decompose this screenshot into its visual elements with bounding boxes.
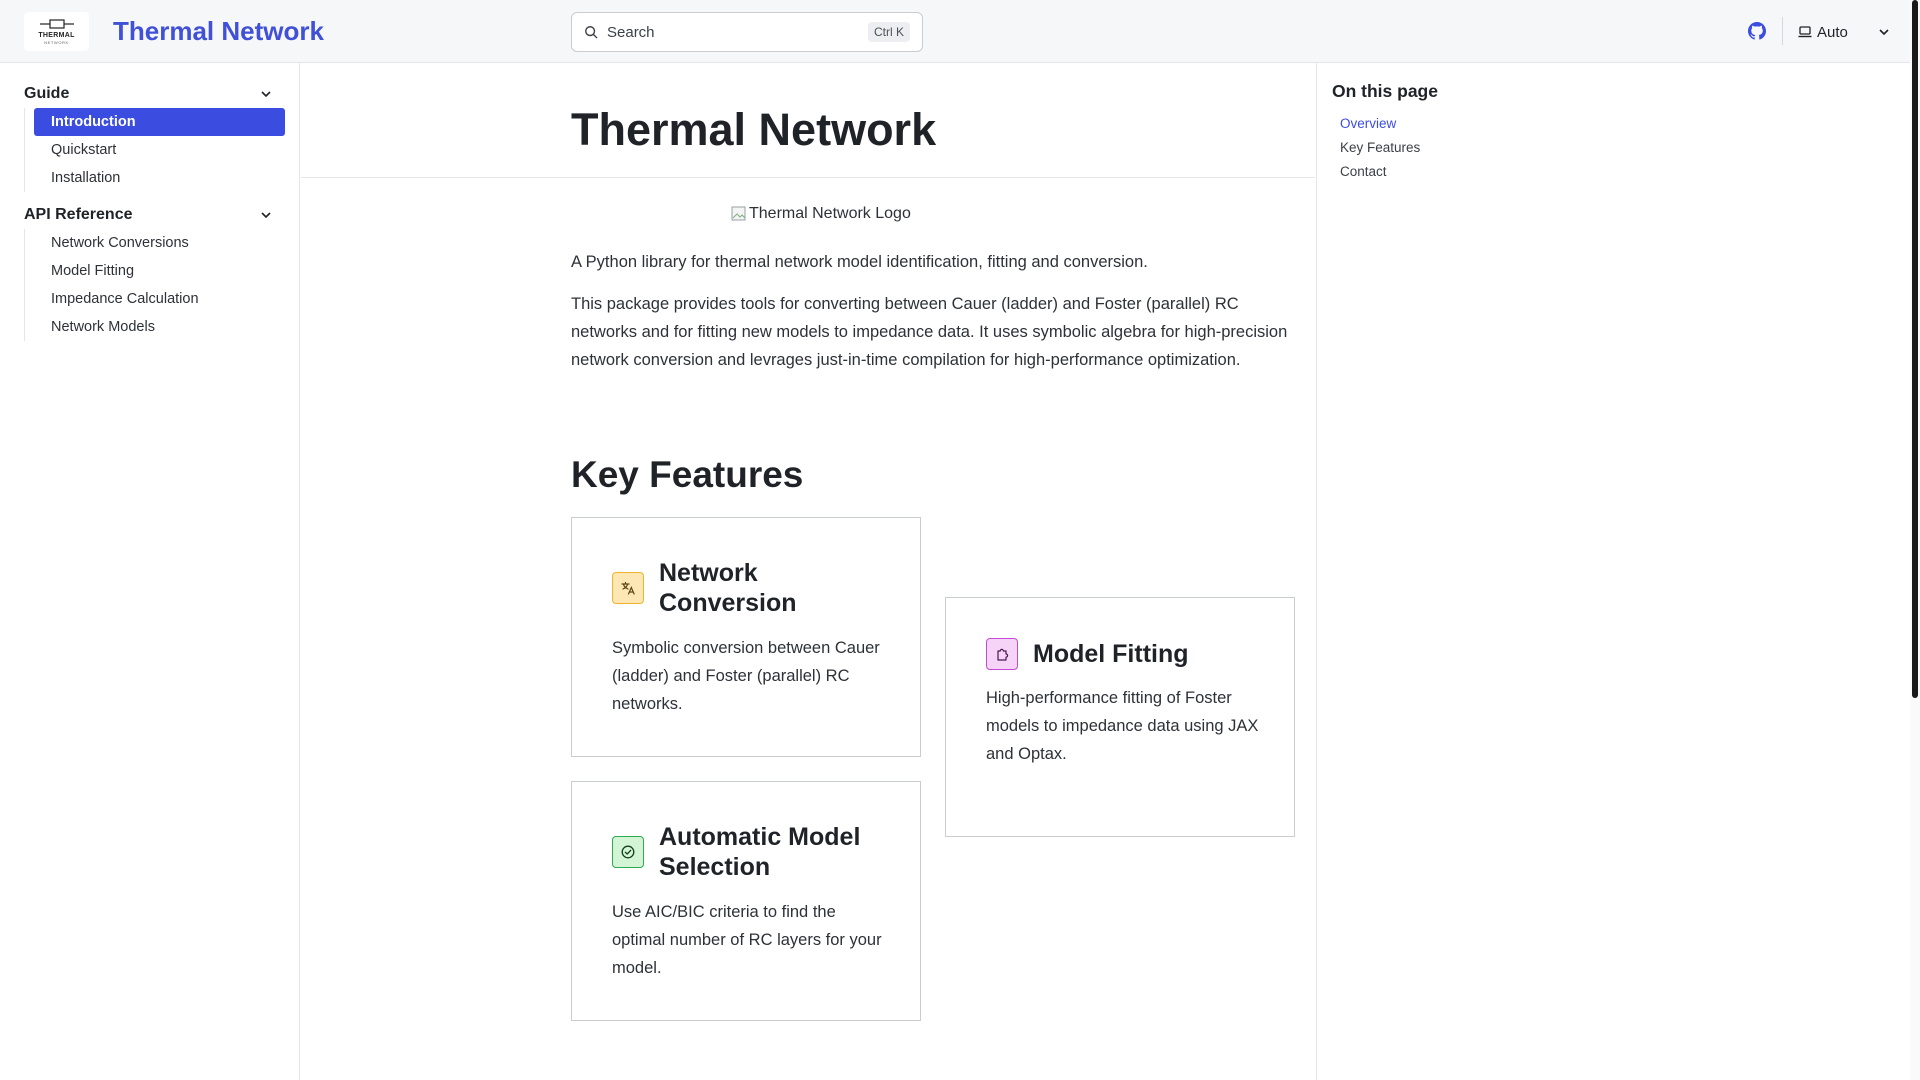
sidebar-item-impedance-calculation[interactable]: Impedance Calculation	[34, 285, 285, 313]
chevron-down-icon[interactable]	[260, 209, 272, 221]
chevron-down-icon	[1879, 29, 1889, 36]
sidebar-group-title: Guide	[24, 85, 70, 102]
card-title: Model Fitting	[1033, 640, 1189, 668]
puzzle-icon	[986, 638, 1018, 670]
sidebar-item-quickstart[interactable]: Quickstart	[34, 136, 285, 164]
theme-label: Auto	[1817, 23, 1848, 41]
feature-card-model-fitting[interactable]: Model Fitting High-performance fitting o…	[945, 597, 1295, 837]
sidebar-item-model-fitting[interactable]: Model Fitting	[34, 257, 285, 285]
toc-list: Overview Key Features Contact	[1340, 112, 1420, 184]
card-header: Network Conversion	[612, 558, 899, 618]
github-icon[interactable]	[1748, 22, 1766, 40]
right-toc: On this page Overview Key Features Conta…	[1316, 63, 1896, 1080]
card-header: Automatic Model Selection	[612, 822, 899, 882]
site-logo[interactable]: THERMAL NETWORK	[24, 12, 89, 51]
sidebar-item-introduction[interactable]: Introduction	[34, 108, 285, 136]
site-title[interactable]: Thermal Network	[113, 15, 324, 47]
scrollbar-thumb[interactable]	[1912, 0, 1918, 698]
card-description: Use AIC/BIC criteria to find the optimal…	[612, 903, 882, 977]
translate-icon	[612, 572, 644, 604]
resistor-logo-icon	[39, 19, 74, 29]
toc-link-key-features[interactable]: Key Features	[1340, 136, 1420, 160]
check-circle-icon	[612, 836, 644, 868]
sidebar-api-list: Network Conversions Model Fitting Impeda…	[24, 229, 284, 341]
logo-image-alt: Thermal Network Logo	[749, 205, 911, 222]
title-divider	[301, 177, 1315, 178]
logo-text: THERMAL	[38, 32, 75, 39]
main-content: Thermal Network Thermal Network Logo A P…	[301, 63, 1315, 1080]
card-description: High-performance fitting of Foster model…	[986, 689, 1259, 763]
search-button[interactable]: Search Ctrl K	[571, 12, 923, 52]
intro-paragraph: A Python library for thermal network mod…	[571, 253, 1148, 271]
sidebar-group-guide[interactable]: Guide	[24, 83, 276, 105]
sidebar-item-network-conversions[interactable]: Network Conversions	[34, 229, 285, 257]
sidebar-group-api-reference[interactable]: API Reference	[24, 204, 276, 226]
logo-image: Thermal Network Logo	[731, 203, 911, 225]
description-paragraph: This package provides tools for converti…	[571, 295, 1288, 369]
key-features-heading: Key Features	[571, 454, 804, 495]
search-icon	[585, 26, 598, 39]
theme-selector[interactable]: Auto	[1798, 20, 1890, 44]
page-title: Thermal Network	[571, 104, 937, 155]
search-placeholder: Search	[607, 23, 655, 41]
logo-subtext: NETWORK	[44, 40, 69, 45]
toc-link-overview[interactable]: Overview	[1340, 112, 1420, 136]
toc-link-contact[interactable]: Contact	[1340, 160, 1420, 184]
laptop-icon	[1798, 26, 1812, 38]
card-title: Automatic Model Selection	[659, 823, 861, 881]
card-title: Network Conversion	[659, 559, 797, 617]
feature-card-automatic-model-selection[interactable]: Automatic Model Selection Use AIC/BIC cr…	[571, 781, 921, 1021]
toc-title: On this page	[1332, 81, 1438, 101]
card-description: Symbolic conversion between Cauer (ladde…	[612, 639, 880, 713]
sidebar-guide-list: Introduction Quickstart Installation	[24, 108, 285, 192]
sidebar-item-installation[interactable]: Installation	[34, 164, 285, 192]
header-divider	[1782, 17, 1783, 45]
sidebar-item-network-models[interactable]: Network Models	[34, 313, 285, 341]
search-shortcut-badge: Ctrl K	[868, 22, 910, 42]
sidebar-group-title: API Reference	[24, 206, 133, 223]
top-header: THERMAL NETWORK Thermal Network Search C…	[0, 0, 1920, 63]
broken-image-icon	[731, 206, 746, 221]
left-sidebar: Guide Introduction Quickstart Installati…	[0, 63, 300, 1080]
card-header: Model Fitting	[986, 638, 1273, 670]
chevron-down-icon[interactable]	[260, 88, 272, 100]
feature-card-network-conversion[interactable]: Network Conversion Symbolic conversion b…	[571, 517, 921, 757]
